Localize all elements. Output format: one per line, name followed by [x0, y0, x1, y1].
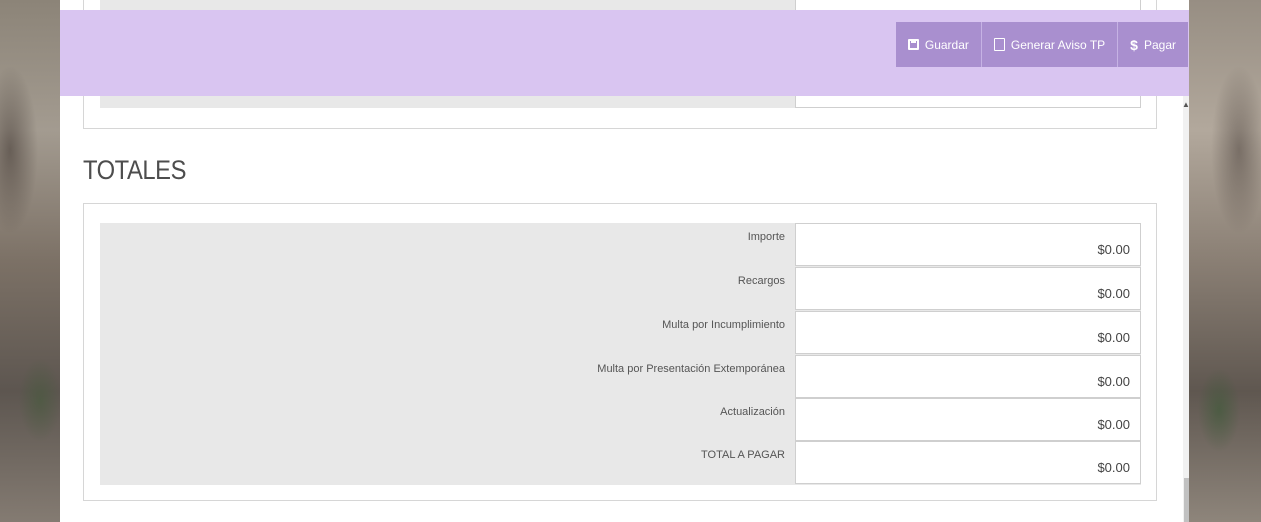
- totals-row-label: Actualización: [720, 406, 785, 418]
- totals-row-label: Recargos: [737, 275, 785, 287]
- toolbar-button-group: Guardar Generar Aviso TP $ Pagar: [895, 22, 1188, 67]
- totals-row-label: Importe: [747, 231, 785, 243]
- pay-button[interactable]: $ Pagar: [1118, 22, 1188, 67]
- save-button-label: Guardar: [924, 37, 969, 52]
- totals-row-label: Multa por Incumplimiento: [662, 319, 785, 331]
- totals-table: Importe $0.00 Recargos $0.00 Multa por I…: [100, 223, 1141, 485]
- totals-row-recargos: Recargos $0.00: [100, 267, 1141, 310]
- pay-button-label: Pagar: [1143, 37, 1176, 52]
- total-a-pagar-field[interactable]: $0.00: [795, 441, 1141, 484]
- background-photo-right: [1189, 0, 1261, 522]
- recargos-field[interactable]: $0.00: [795, 267, 1141, 310]
- content-page: Guardar Generar Aviso TP $ Pagar TOTALES…: [60, 0, 1189, 522]
- totals-row-total: TOTAL A PAGAR $0.00: [100, 441, 1141, 484]
- importe-field[interactable]: $0.00: [795, 223, 1141, 266]
- totals-row-importe: Importe $0.00: [100, 223, 1141, 266]
- floppy-disk-icon: [907, 39, 919, 50]
- totals-row-actualizacion: Actualización $0.00: [100, 398, 1141, 441]
- action-toolbar: Guardar Generar Aviso TP $ Pagar: [60, 10, 1189, 96]
- generate-notice-button[interactable]: Generar Aviso TP: [981, 22, 1119, 67]
- actualizacion-field[interactable]: $0.00: [795, 398, 1141, 441]
- pdf-file-icon: [993, 38, 1005, 51]
- background-photo-left: [0, 0, 60, 522]
- scrollbar-thumb[interactable]: [1184, 478, 1189, 522]
- totals-panel: Importe $0.00 Recargos $0.00 Multa por I…: [83, 203, 1157, 501]
- totals-row-label: Multa por Presentación Extemporánea: [597, 363, 785, 375]
- totals-row-multa-extemporanea: Multa por Presentación Extemporánea $0.0…: [100, 355, 1141, 398]
- dollar-icon: $: [1130, 36, 1138, 53]
- totals-row-multa-incumplimiento: Multa por Incumplimiento $0.00: [100, 311, 1141, 354]
- vertical-scrollbar[interactable]: [1183, 96, 1189, 522]
- totals-section-title: TOTALES: [83, 155, 187, 185]
- multa-incumplimiento-field[interactable]: $0.00: [795, 311, 1141, 354]
- multa-extemporanea-field[interactable]: $0.00: [795, 355, 1141, 398]
- scroll-up-arrow-icon[interactable]: ▲: [1182, 100, 1189, 109]
- generate-notice-button-label: Generar Aviso TP: [1010, 37, 1106, 52]
- save-button[interactable]: Guardar: [895, 22, 982, 67]
- totals-row-label: TOTAL A PAGAR: [701, 449, 785, 461]
